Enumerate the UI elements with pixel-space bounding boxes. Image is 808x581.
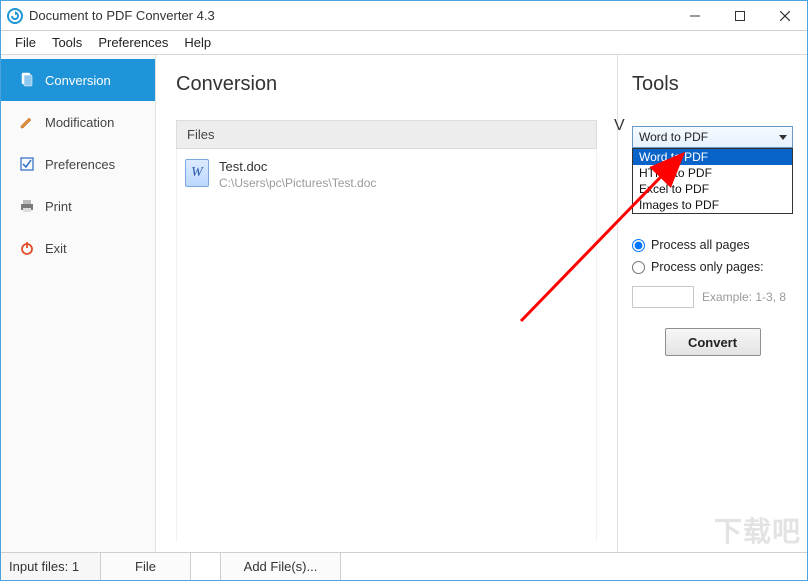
window-title: Document to PDF Converter 4.3 bbox=[29, 8, 672, 23]
tools-title: Tools bbox=[632, 73, 793, 96]
process-only-pages-radio[interactable]: Process only pages: bbox=[632, 260, 793, 274]
dropdown-selected[interactable]: Word to PDF bbox=[632, 126, 793, 148]
close-button[interactable] bbox=[762, 2, 807, 30]
pages-input[interactable] bbox=[632, 286, 694, 308]
radio-only[interactable] bbox=[632, 261, 645, 274]
center-panel: Conversion Files W Test.doc C:\Users\pc\… bbox=[156, 55, 617, 552]
file-row[interactable]: W Test.doc C:\Users\pc\Pictures\Test.doc bbox=[177, 149, 596, 200]
dropdown-option[interactable]: Images to PDF bbox=[633, 197, 792, 213]
minimize-button[interactable] bbox=[672, 2, 717, 30]
sidebar-item-label: Preferences bbox=[45, 157, 115, 172]
power-icon bbox=[19, 240, 35, 256]
menu-bar: File Tools Preferences Help bbox=[1, 31, 807, 55]
file-button[interactable]: File bbox=[101, 553, 191, 580]
title-bar: Document to PDF Converter 4.3 bbox=[1, 1, 807, 31]
file-path: C:\Users\pc\Pictures\Test.doc bbox=[219, 176, 376, 190]
body: Conversion Modification Preferences Prin… bbox=[1, 55, 807, 552]
convert-button[interactable]: Convert bbox=[665, 328, 761, 356]
printer-icon bbox=[19, 198, 35, 214]
obscured-letter: V bbox=[614, 117, 625, 135]
sidebar-item-modification[interactable]: Modification bbox=[1, 101, 155, 143]
app-icon bbox=[7, 8, 23, 24]
app-window: Document to PDF Converter 4.3 File Tools… bbox=[0, 0, 808, 581]
dropdown-option[interactable]: HTML to PDF bbox=[633, 165, 792, 181]
file-name: Test.doc bbox=[219, 159, 376, 174]
dropdown-option[interactable]: Word to PDF bbox=[633, 149, 792, 165]
conversion-type-dropdown[interactable]: Word to PDF Word to PDF HTML to PDF Exce… bbox=[632, 126, 793, 148]
sidebar-item-preferences[interactable]: Preferences bbox=[1, 143, 155, 185]
document-convert-icon bbox=[19, 72, 35, 88]
sidebar-item-label: Modification bbox=[45, 115, 114, 130]
sidebar-item-print[interactable]: Print bbox=[1, 185, 155, 227]
sidebar-item-label: Conversion bbox=[45, 73, 111, 88]
radio-all[interactable] bbox=[632, 239, 645, 252]
files-list: W Test.doc C:\Users\pc\Pictures\Test.doc bbox=[176, 149, 597, 542]
sidebar: Conversion Modification Preferences Prin… bbox=[1, 55, 156, 552]
menu-file[interactable]: File bbox=[7, 33, 44, 52]
tools-panel: Tools V Word to PDF Word to PDF HTML to … bbox=[617, 55, 807, 552]
sidebar-item-conversion[interactable]: Conversion bbox=[1, 59, 155, 101]
pages-input-row: Example: 1-3, 8 bbox=[632, 286, 793, 308]
pages-hint: Example: 1-3, 8 bbox=[702, 290, 786, 304]
menu-tools[interactable]: Tools bbox=[44, 33, 90, 52]
menu-help[interactable]: Help bbox=[176, 33, 219, 52]
dropdown-list: Word to PDF HTML to PDF Excel to PDF Ima… bbox=[632, 148, 793, 214]
input-files-count: Input files: 1 bbox=[1, 553, 101, 580]
page-title: Conversion bbox=[176, 73, 597, 96]
sidebar-item-label: Exit bbox=[45, 241, 67, 256]
sidebar-item-label: Print bbox=[45, 199, 72, 214]
sidebar-item-exit[interactable]: Exit bbox=[1, 227, 155, 269]
checkbox-icon bbox=[19, 156, 35, 172]
pencil-icon bbox=[19, 114, 35, 130]
bottom-bar: Input files: 1 File Add File(s)... bbox=[1, 552, 807, 580]
files-header: Files bbox=[176, 120, 597, 149]
word-file-icon: W bbox=[185, 159, 209, 187]
add-files-button[interactable]: Add File(s)... bbox=[221, 553, 341, 580]
dropdown-option[interactable]: Excel to PDF bbox=[633, 181, 792, 197]
menu-preferences[interactable]: Preferences bbox=[90, 33, 176, 52]
process-all-pages-radio[interactable]: Process all pages bbox=[632, 238, 793, 252]
maximize-button[interactable] bbox=[717, 2, 762, 30]
main-area: Conversion Files W Test.doc C:\Users\pc\… bbox=[156, 55, 807, 552]
